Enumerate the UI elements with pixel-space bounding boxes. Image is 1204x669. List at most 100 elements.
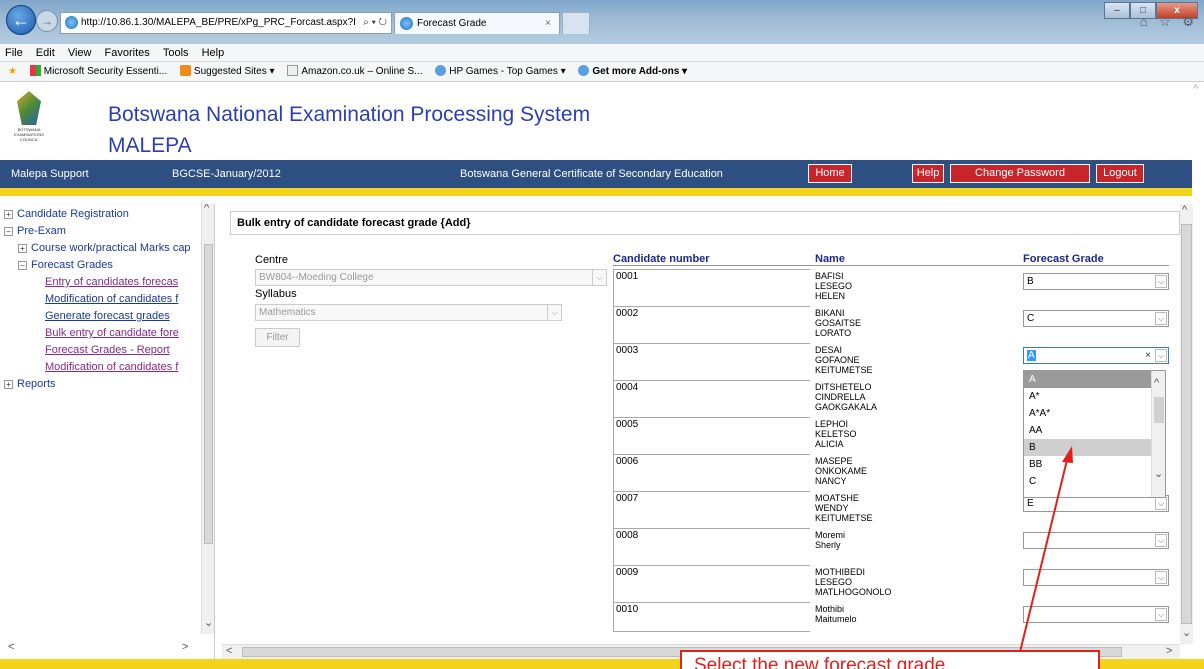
chevron-down-icon[interactable]: ⌵ <box>1155 497 1167 510</box>
candidate-number-cell: 0010 <box>613 602 810 632</box>
tree-item-modification-1[interactable]: Modification of candidates f <box>4 291 202 308</box>
tree-item-bulk-entry[interactable]: Bulk entry of candidate fore <box>4 325 202 342</box>
change-password-button[interactable]: Change Password <box>950 164 1090 183</box>
tree-item-modification-2[interactable]: Modification of candidates f <box>4 359 202 376</box>
centre-select[interactable]: BW804--Moeding College ⌵ <box>255 269 607 286</box>
grade-option[interactable]: A*A* <box>1024 405 1165 422</box>
tree-item-pre-exam[interactable]: – Pre-Exam <box>4 223 202 240</box>
scroll-thumb[interactable] <box>1154 397 1164 423</box>
grade-option[interactable]: BB <box>1024 456 1165 473</box>
grade-option[interactable]: A <box>1024 371 1165 388</box>
tree-item-generate[interactable]: Generate forecast grades <box>4 308 202 325</box>
tree-vertical-scrollbar[interactable]: ^ ⌄ <box>201 204 214 634</box>
back-button[interactable]: ← <box>6 5 36 35</box>
tab-close-icon[interactable]: × <box>545 13 551 34</box>
name-line: GAOKGAKALA <box>815 402 878 412</box>
fav-amazon[interactable]: Amazon.co.uk – Online S... <box>287 62 422 82</box>
chevron-down-icon[interactable]: ⌵ <box>592 270 606 285</box>
expand-icon[interactable]: + <box>4 210 13 219</box>
fav-add-ons[interactable]: Get more Add-ons ▾ <box>578 62 687 82</box>
scroll-down-icon[interactable]: ⌄ <box>1154 467 1163 480</box>
browser-tool-icons[interactable]: ⌂ ☆ ⚙ <box>1140 14 1198 30</box>
syllabus-label: Syllabus <box>255 288 297 300</box>
tab-ie-icon <box>400 17 413 30</box>
name-line: HELEN <box>815 291 846 301</box>
scroll-up-icon[interactable]: ^ <box>1154 377 1159 389</box>
forecast-grade-select[interactable]: ⌵ <box>1023 606 1169 623</box>
collapse-icon[interactable]: – <box>4 227 13 236</box>
menu-favorites[interactable]: Favorites <box>100 44 155 62</box>
scroll-right-icon[interactable]: > <box>182 641 188 653</box>
tree-item-reports[interactable]: + Reports <box>4 376 202 393</box>
fav-hp-games[interactable]: HP Games - Top Games ▾ <box>435 62 566 82</box>
grade-option[interactable]: B <box>1024 439 1165 456</box>
scroll-down-icon[interactable]: ⌄ <box>204 616 213 629</box>
grade-option[interactable]: AA <box>1024 422 1165 439</box>
forecast-grade-select[interactable]: ⌵ <box>1023 569 1169 586</box>
menu-file[interactable]: File <box>0 44 28 62</box>
annotation-callout: Select the new forecast grade <box>680 650 1100 669</box>
candidate-name-cell: LEPHOI KELETSO ALICIA <box>815 417 1015 449</box>
help-button[interactable]: Help <box>912 164 944 183</box>
tab-title: Forecast Grade <box>417 18 487 29</box>
menu-edit[interactable]: Edit <box>31 44 60 62</box>
tree-item-report[interactable]: Forecast Grades - Report <box>4 342 202 359</box>
menu-view[interactable]: View <box>63 44 97 62</box>
tab-forecast-grade[interactable]: Forecast Grade × <box>394 12 560 34</box>
filter-button[interactable]: Filter <box>255 328 300 347</box>
expand-icon[interactable]: + <box>4 380 13 389</box>
syllabus-select[interactable]: Mathematics ⌵ <box>255 304 562 321</box>
scroll-left-icon[interactable]: < <box>8 641 14 653</box>
dropdown-scrollbar[interactable]: ^ ⌄ <box>1151 371 1165 497</box>
tree-item-coursework[interactable]: + Course work/practical Marks cap <box>4 240 202 257</box>
tree-item-candidate-registration[interactable]: + Candidate Registration <box>4 206 202 223</box>
home-button[interactable]: Home <box>808 164 852 183</box>
tree-item-forecast-grades[interactable]: – Forecast Grades <box>4 257 202 274</box>
fav-security-essentials[interactable]: Microsoft Security Essenti... <box>29 62 167 82</box>
grade-dropdown-list[interactable]: A A* A*A* AA B BB C ^ ⌄ <box>1023 370 1166 498</box>
expand-icon[interactable]: + <box>18 244 27 253</box>
collapse-icon[interactable]: – <box>18 261 27 270</box>
chevron-down-icon[interactable]: ⌵ <box>1155 534 1167 547</box>
scroll-up-icon[interactable]: ^ <box>1193 83 1198 95</box>
grade-option[interactable]: A* <box>1024 388 1165 405</box>
logout-button[interactable]: Logout <box>1096 164 1144 183</box>
address-tools[interactable]: ⌕ ▾ ↻ <box>363 13 387 33</box>
forecast-grade-select[interactable]: C ⌵ <box>1023 310 1169 327</box>
chevron-down-icon[interactable]: ⌵ <box>1155 608 1167 621</box>
forecast-grade-select[interactable]: ⌵ <box>1023 532 1169 549</box>
name-line: MATLHOGONOLO <box>815 587 892 597</box>
candidate-number-cell: 0004 <box>613 380 810 418</box>
page-scrollbar[interactable]: ^ <box>1193 83 1204 659</box>
scroll-left-icon[interactable]: < <box>226 645 232 657</box>
new-tab-button[interactable] <box>562 12 590 34</box>
address-bar[interactable]: http://10.86.1.30/MALEPA_BE/PRE/xPg_PRC_… <box>60 12 392 34</box>
forecast-grade-select[interactable]: B ⌵ <box>1023 273 1169 290</box>
menu-help[interactable]: Help <box>197 44 230 62</box>
chevron-down-icon[interactable]: ⌵ <box>547 305 561 320</box>
scroll-up-icon[interactable]: ^ <box>1182 204 1187 216</box>
favorites-star-icon[interactable]: ★ <box>8 62 17 82</box>
forward-button[interactable]: → <box>36 10 58 32</box>
scroll-up-icon[interactable]: ^ <box>204 204 209 214</box>
logo-text: BOTSWANA EXAMINATIONS COUNCIL <box>14 127 44 142</box>
clear-icon[interactable]: × <box>1145 348 1151 363</box>
minimize-button[interactable]: – <box>1104 2 1130 19</box>
chevron-down-icon[interactable]: ⌵ <box>1155 571 1167 584</box>
content-vertical-scrollbar[interactable]: ^ ⌄ <box>1180 204 1193 644</box>
chevron-down-icon[interactable]: ⌵ <box>1155 312 1167 325</box>
fav-suggested-sites[interactable]: Suggested Sites ▾ <box>179 62 275 82</box>
scroll-down-icon[interactable]: ⌄ <box>1182 626 1191 639</box>
chevron-down-icon[interactable]: ⌵ <box>1155 275 1167 288</box>
grade-option[interactable]: C <box>1024 473 1165 490</box>
scroll-thumb[interactable] <box>204 244 213 544</box>
candidate-name-cell: BIKANI GOSAITSE LORATO <box>815 306 1015 338</box>
scroll-right-icon[interactable]: > <box>1166 645 1172 657</box>
chevron-down-icon[interactable]: ⌵ <box>1155 349 1167 362</box>
page-header: BOTSWANA EXAMINATIONS COUNCIL Botswana N… <box>0 83 1180 159</box>
menu-tools[interactable]: Tools <box>158 44 194 62</box>
name-line: KELETSO <box>815 429 857 439</box>
tree-item-entry-forecast[interactable]: Entry of candidates forecas <box>4 274 202 291</box>
forecast-grade-select[interactable]: A × ⌵ <box>1023 347 1169 364</box>
scroll-thumb[interactable] <box>1181 224 1192 624</box>
